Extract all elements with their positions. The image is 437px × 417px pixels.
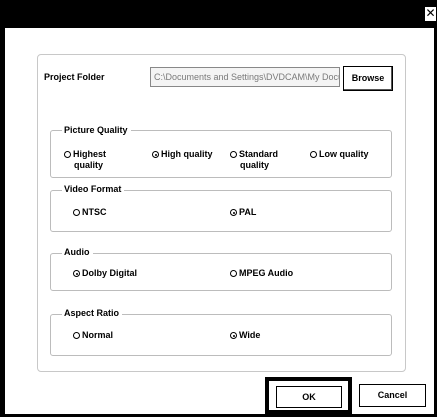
radio-icon xyxy=(64,151,71,158)
radio-low-quality[interactable]: Low quality xyxy=(310,149,369,160)
cancel-button[interactable]: Cancel xyxy=(359,384,426,407)
video-format-title: Video Format xyxy=(62,184,125,194)
radio-high-quality[interactable]: High quality xyxy=(152,149,213,160)
browse-button[interactable]: Browse xyxy=(343,66,393,91)
radio-mpeg-audio[interactable]: MPEG Audio xyxy=(230,268,293,279)
radio-icon-selected xyxy=(230,209,237,216)
audio-title: Audio xyxy=(62,247,93,257)
radio-dolby-digital[interactable]: Dolby Digital xyxy=(73,268,137,279)
picture-quality-title: Picture Quality xyxy=(62,125,131,135)
radio-icon xyxy=(73,209,80,216)
project-folder-path-field[interactable]: C:\Documents and Settings\DVDCAM\My Docu… xyxy=(150,67,340,87)
radio-icon-selected xyxy=(152,151,159,158)
radio-icon xyxy=(310,151,317,158)
radio-wide[interactable]: Wide xyxy=(230,330,260,341)
radio-icon xyxy=(230,151,237,158)
title-bar xyxy=(0,0,437,28)
radio-icon-selected xyxy=(230,332,237,339)
radio-ntsc[interactable]: NTSC xyxy=(73,207,107,218)
radio-standard-quality[interactable]: Standard quality xyxy=(230,149,278,171)
window-frame-left xyxy=(0,28,5,417)
radio-normal[interactable]: Normal xyxy=(73,330,113,341)
radio-highest-quality[interactable]: Highest quality xyxy=(64,149,106,171)
radio-icon-selected xyxy=(73,270,80,277)
radio-icon xyxy=(73,332,80,339)
project-folder-label: Project Folder xyxy=(44,72,105,82)
close-button[interactable]: ✕ xyxy=(424,6,437,22)
radio-pal[interactable]: PAL xyxy=(230,207,256,218)
ok-button[interactable]: OK xyxy=(276,386,342,408)
radio-icon xyxy=(230,270,237,277)
close-icon: ✕ xyxy=(425,6,436,20)
aspect-ratio-title: Aspect Ratio xyxy=(62,308,123,318)
